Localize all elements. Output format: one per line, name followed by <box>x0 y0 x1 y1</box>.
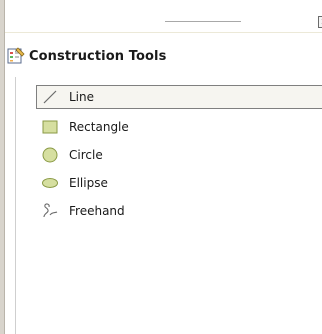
tool-label: Circle <box>69 148 103 162</box>
tool-label: Ellipse <box>69 176 108 190</box>
rectangle-icon <box>41 118 59 136</box>
tool-line[interactable]: Line <box>36 85 322 109</box>
ellipse-icon <box>41 174 59 192</box>
tool-label: Line <box>69 90 95 104</box>
construction-tools-icon <box>7 47 25 65</box>
close-icon[interactable] <box>318 16 322 28</box>
freehand-icon <box>41 202 59 220</box>
tool-rectangle[interactable]: Rectangle <box>16 113 322 141</box>
line-icon <box>41 88 59 106</box>
tools-list: Line Rectangle Circle Ellipse Freehand <box>16 85 322 225</box>
construction-tools-window: Construction Tools Line Rectangle Circle… <box>0 0 322 334</box>
tool-freehand[interactable]: Freehand <box>16 197 322 225</box>
drag-grip[interactable] <box>165 21 241 22</box>
tool-ellipse[interactable]: Ellipse <box>16 169 322 197</box>
tool-label: Rectangle <box>69 120 129 134</box>
title-strip <box>5 0 322 33</box>
tools-panel: Line Rectangle Circle Ellipse Freehand <box>15 77 322 334</box>
tool-label: Freehand <box>69 204 125 218</box>
panel-header: Construction Tools <box>5 42 322 70</box>
panel-title: Construction Tools <box>29 48 167 64</box>
tool-circle[interactable]: Circle <box>16 141 322 169</box>
circle-icon <box>41 146 59 164</box>
